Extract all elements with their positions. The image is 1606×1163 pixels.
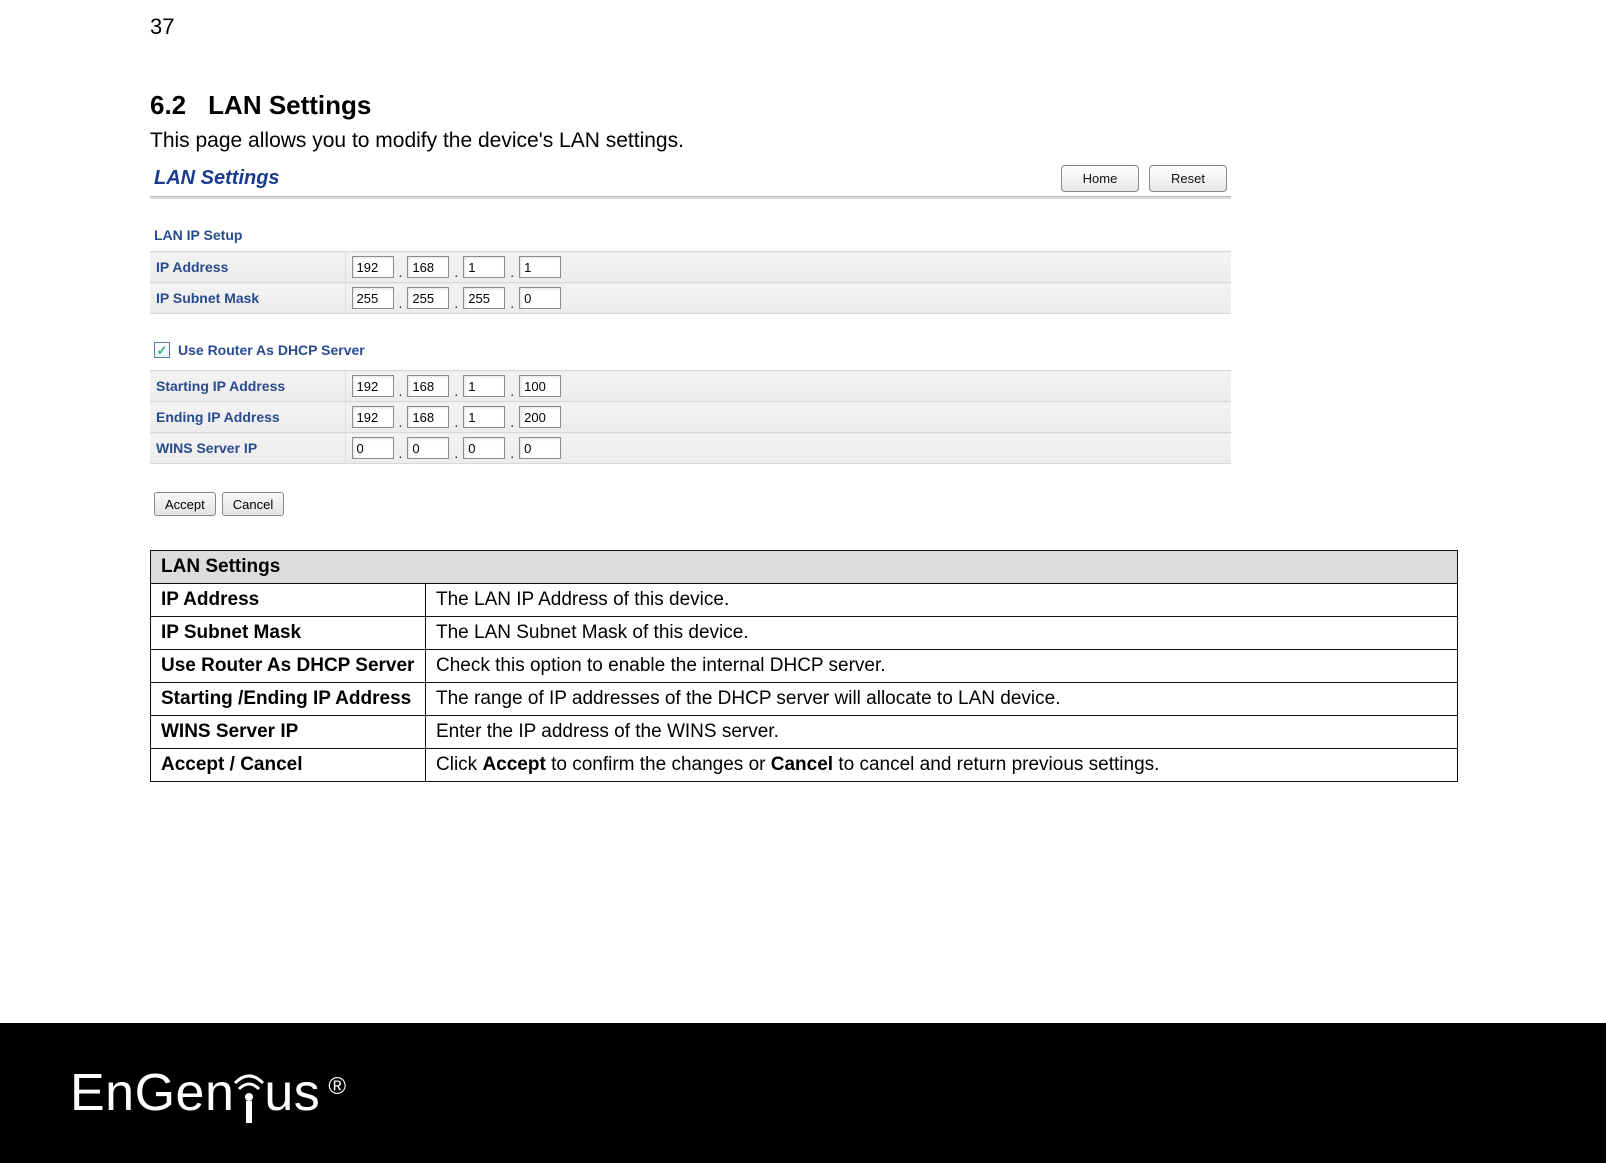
desc-key: WINS Server IP bbox=[151, 716, 426, 749]
row-ending-ip: Ending IP Address . . . bbox=[150, 402, 1231, 433]
desc-key: Starting /Ending IP Address bbox=[151, 683, 426, 716]
table-row: IP AddressThe LAN IP Address of this dev… bbox=[151, 584, 1458, 617]
desc-key: Use Router As DHCP Server bbox=[151, 650, 426, 683]
cancel-button[interactable]: Cancel bbox=[222, 492, 284, 516]
reset-button[interactable]: Reset bbox=[1149, 165, 1227, 192]
desc-header: LAN Settings bbox=[151, 551, 1458, 584]
desc-val: The LAN Subnet Mask of this device. bbox=[426, 617, 1458, 650]
ending-ip-octet-1[interactable] bbox=[352, 406, 394, 428]
lan-settings-screenshot: LAN Settings Home Reset LAN IP Setup IP … bbox=[150, 165, 1231, 516]
wifi-icon bbox=[233, 1065, 265, 1125]
ip-address-octet-3[interactable] bbox=[463, 256, 505, 278]
section-heading: 6.2 LAN Settings bbox=[150, 90, 1456, 121]
ip-subnet-octet-2[interactable] bbox=[407, 287, 449, 309]
wins-ip-octet-4[interactable] bbox=[519, 437, 561, 459]
ending-ip-octet-4[interactable] bbox=[519, 406, 561, 428]
section-title: LAN Settings bbox=[208, 90, 371, 120]
desc-val: Click Accept to confirm the changes or C… bbox=[426, 749, 1458, 782]
row-ip-address: IP Address . . . bbox=[150, 252, 1231, 283]
starting-ip-octet-2[interactable] bbox=[407, 375, 449, 397]
intro-text: This page allows you to modify the devic… bbox=[150, 129, 1456, 153]
check-icon: ✓ bbox=[157, 344, 168, 357]
table-row: Starting /Ending IP AddressThe range of … bbox=[151, 683, 1458, 716]
wins-ip-octet-2[interactable] bbox=[407, 437, 449, 459]
row-starting-ip: Starting IP Address . . . bbox=[150, 371, 1231, 402]
home-button[interactable]: Home bbox=[1061, 165, 1139, 192]
ending-ip-octet-2[interactable] bbox=[407, 406, 449, 428]
brand-suffix: us bbox=[264, 1063, 320, 1123]
starting-ip-input-group: . . . bbox=[352, 375, 1226, 397]
label-starting-ip: Starting IP Address bbox=[150, 371, 345, 402]
page-number: 37 bbox=[150, 14, 1456, 40]
label-ending-ip: Ending IP Address bbox=[150, 402, 345, 433]
ip-subnet-input-group: . . . bbox=[352, 287, 1226, 309]
registered-icon: ® bbox=[328, 1073, 346, 1101]
panel-title: LAN Settings bbox=[154, 167, 280, 190]
brand-prefix: EnGen bbox=[70, 1063, 234, 1123]
ending-ip-octet-3[interactable] bbox=[463, 406, 505, 428]
accept-button[interactable]: Accept bbox=[154, 492, 216, 516]
ip-address-octet-2[interactable] bbox=[407, 256, 449, 278]
ip-address-octet-1[interactable] bbox=[352, 256, 394, 278]
ip-address-octet-4[interactable] bbox=[519, 256, 561, 278]
ip-subnet-octet-1[interactable] bbox=[352, 287, 394, 309]
divider bbox=[150, 196, 1231, 199]
starting-ip-octet-1[interactable] bbox=[352, 375, 394, 397]
starting-ip-octet-4[interactable] bbox=[519, 375, 561, 397]
desc-val: The range of IP addresses of the DHCP se… bbox=[426, 683, 1458, 716]
footer: EnGen us ® bbox=[0, 1023, 1606, 1163]
row-ip-subnet: IP Subnet Mask . . . bbox=[150, 283, 1231, 314]
label-wins-server: WINS Server IP bbox=[150, 433, 345, 464]
lan-ip-setup-label: LAN IP Setup bbox=[154, 227, 1231, 243]
desc-key: IP Subnet Mask bbox=[151, 617, 426, 650]
desc-key: Accept / Cancel bbox=[151, 749, 426, 782]
ip-address-input-group: . . . bbox=[352, 256, 1226, 278]
starting-ip-octet-3[interactable] bbox=[463, 375, 505, 397]
wins-ip-octet-3[interactable] bbox=[463, 437, 505, 459]
row-wins-server: WINS Server IP . . . bbox=[150, 433, 1231, 464]
ip-subnet-octet-3[interactable] bbox=[463, 287, 505, 309]
wins-ip-octet-1[interactable] bbox=[352, 437, 394, 459]
wins-ip-input-group: . . . bbox=[352, 437, 1226, 459]
desc-key: IP Address bbox=[151, 584, 426, 617]
brand-logo: EnGen us ® bbox=[70, 1063, 346, 1123]
dhcp-checkbox-label: Use Router As DHCP Server bbox=[178, 342, 365, 358]
label-ip-subnet: IP Subnet Mask bbox=[150, 283, 345, 314]
description-table: LAN Settings IP AddressThe LAN IP Addres… bbox=[150, 550, 1458, 782]
label-ip-address: IP Address bbox=[150, 252, 345, 283]
table-row: Accept / CancelClick Accept to confirm t… bbox=[151, 749, 1458, 782]
dhcp-checkbox[interactable]: ✓ bbox=[154, 342, 170, 358]
desc-val: The LAN IP Address of this device. bbox=[426, 584, 1458, 617]
table-row: IP Subnet MaskThe LAN Subnet Mask of thi… bbox=[151, 617, 1458, 650]
section-number: 6.2 bbox=[150, 90, 186, 121]
ip-subnet-octet-4[interactable] bbox=[519, 287, 561, 309]
table-row: WINS Server IPEnter the IP address of th… bbox=[151, 716, 1458, 749]
ending-ip-input-group: . . . bbox=[352, 406, 1226, 428]
desc-val: Check this option to enable the internal… bbox=[426, 650, 1458, 683]
desc-val: Enter the IP address of the WINS server. bbox=[426, 716, 1458, 749]
table-row: Use Router As DHCP ServerCheck this opti… bbox=[151, 650, 1458, 683]
